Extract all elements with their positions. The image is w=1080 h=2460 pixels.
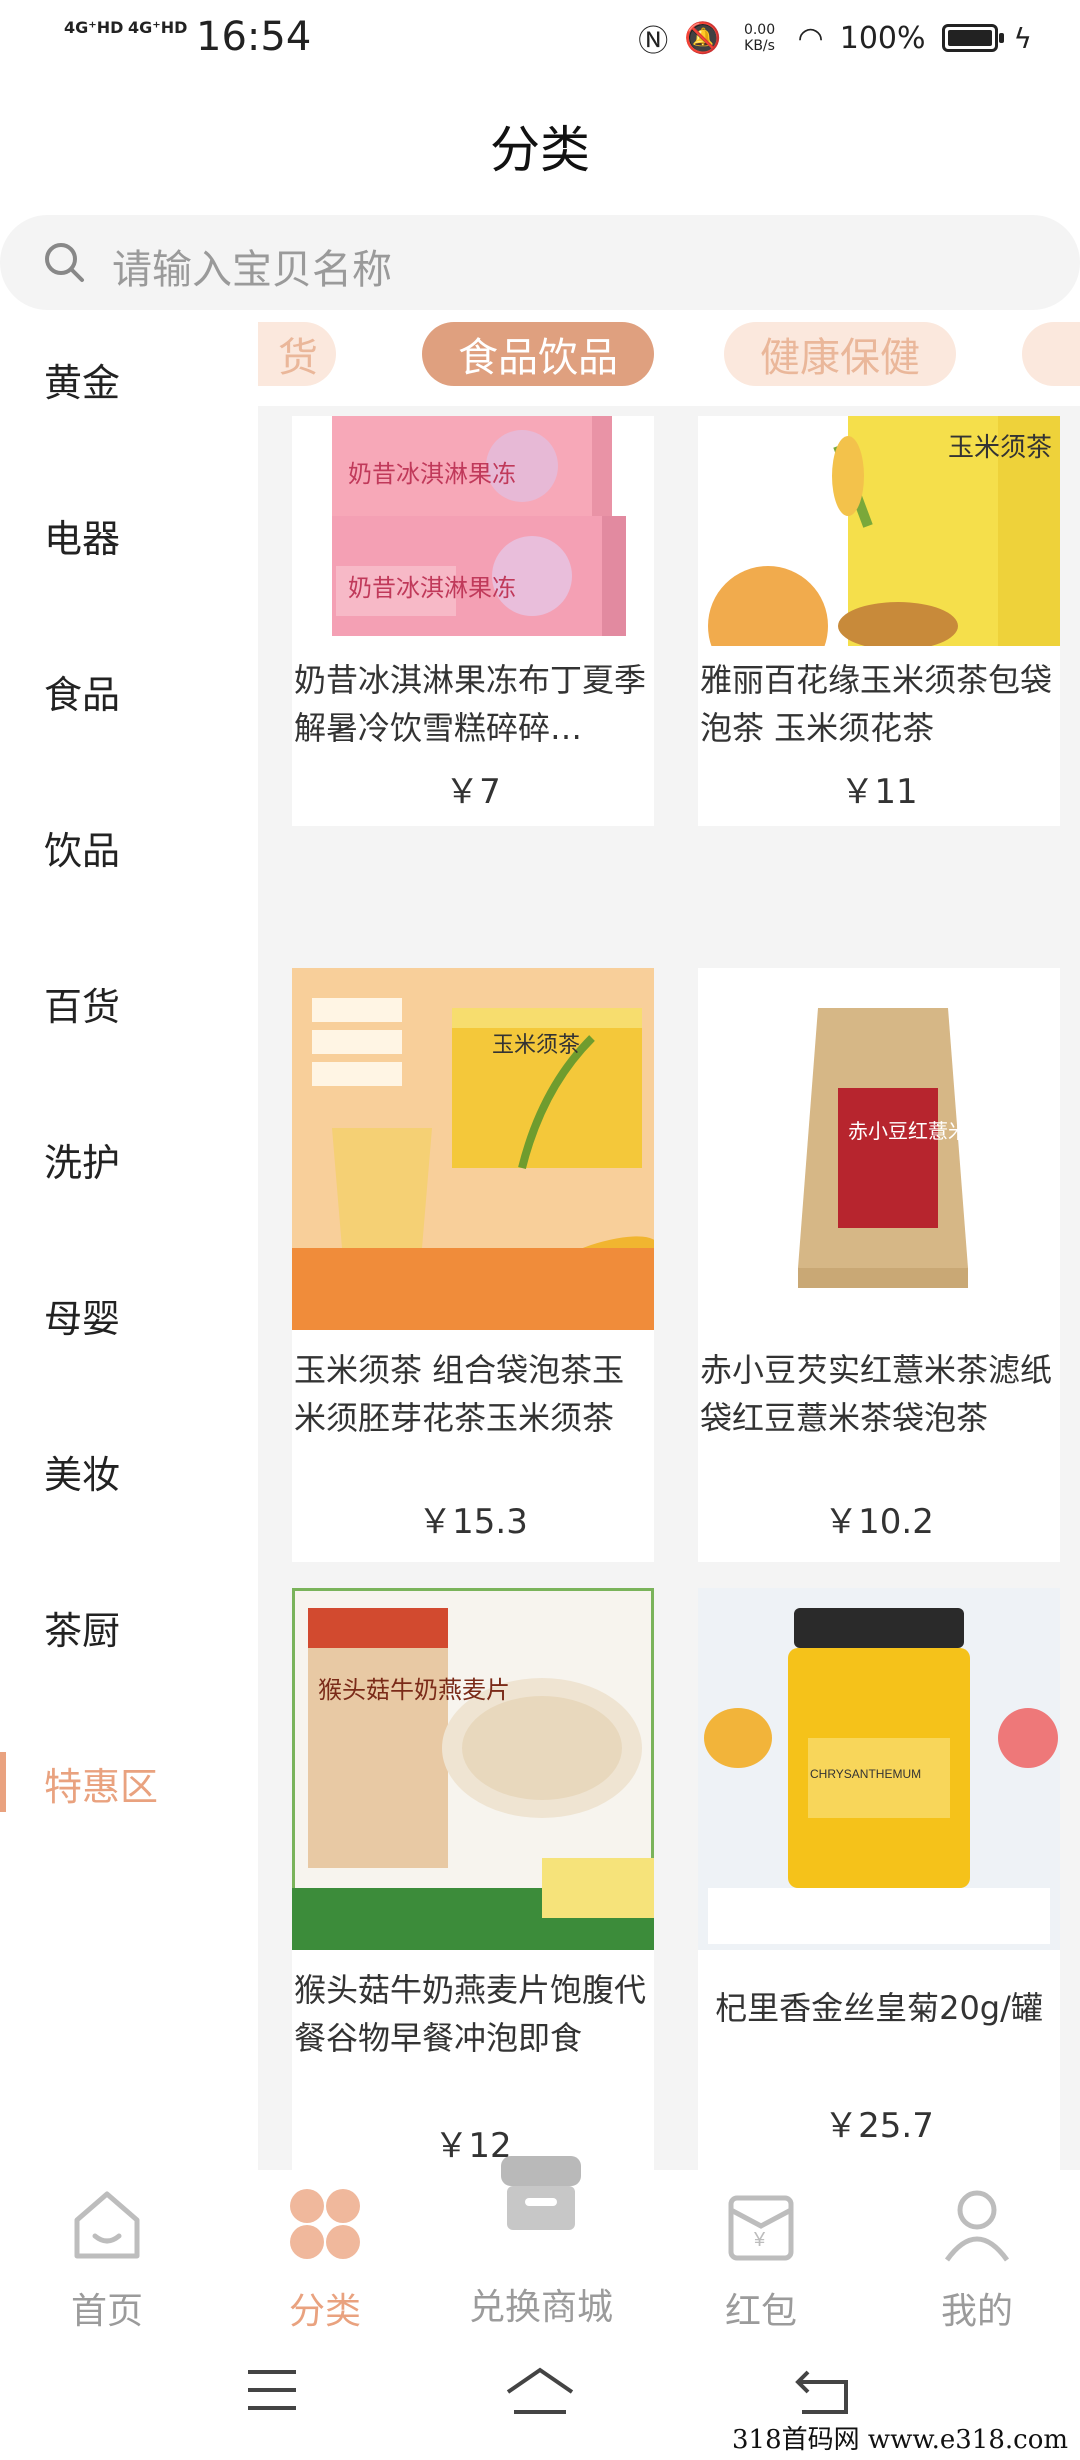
svg-text:奶昔冰淇淋果冻: 奶昔冰淇淋果冻 bbox=[348, 575, 516, 602]
wifi-icon: ◠ bbox=[797, 20, 824, 56]
product-card[interactable]: 赤小豆红薏米芡实茶 赤小豆芡实红薏米茶滤纸袋红豆薏米茶袋泡茶 ￥10.2 bbox=[698, 968, 1060, 1562]
product-card[interactable]: 玉米须茶 玉米须茶 组合袋泡茶玉米须胚芽花茶玉米须茶 ￥15.3 bbox=[292, 968, 654, 1562]
battery-icon bbox=[941, 24, 1004, 52]
tab-next[interactable] bbox=[1022, 322, 1080, 386]
product-title: 雅丽百花缘玉米须茶包袋泡茶 玉米须花茶 bbox=[700, 661, 1053, 747]
product-image: 赤小豆红薏米芡实茶 bbox=[698, 968, 1060, 1330]
home-icon bbox=[74, 2191, 140, 2259]
net-speed: 0.00 KB/s bbox=[743, 22, 776, 54]
nav-category[interactable]: 分类 bbox=[240, 2170, 410, 2332]
search-input[interactable]: 请输入宝贝名称 bbox=[0, 215, 1080, 310]
product-image-text: 奶昔冰淇淋果冻 bbox=[348, 461, 516, 488]
product-image-text: 玉米须茶 bbox=[948, 432, 1052, 462]
product-image: 猴头菇牛奶燕麦片 bbox=[292, 1588, 654, 1950]
tab-food-drinks[interactable]: 食品饮品 bbox=[422, 322, 654, 386]
sidebar-item-gold[interactable]: 黄金 bbox=[44, 352, 120, 407]
product-price: ￥10.2 bbox=[824, 1502, 934, 1542]
bottom-nav: 首页 分类 兑换商城 ¥ 红包 我的 bbox=[0, 2156, 1080, 2332]
product-card[interactable]: 玉米须茶 雅丽百花缘玉米须茶包袋泡茶 玉米须花茶 ￥11 bbox=[698, 416, 1060, 826]
charging-icon: ϟ bbox=[1013, 21, 1032, 55]
product-image: CHRYSANTHEMUM bbox=[698, 1588, 1060, 1950]
product-image: 玉米须茶 bbox=[698, 416, 1060, 646]
status-bar: 4G⁺HD 4G⁺HD 16:54 Ⓝ 🔕 0.00 KB/s ◠ 100% ϟ bbox=[0, 0, 1080, 80]
signal-1: 4G⁺HD bbox=[64, 18, 124, 37]
nav-mine[interactable]: 我的 bbox=[892, 2170, 1062, 2332]
tab-health[interactable]: 健康保健 bbox=[724, 322, 956, 386]
product-price: ￥15.3 bbox=[418, 1502, 528, 1542]
product-image-text: 猴头菇牛奶燕麦片 bbox=[318, 1677, 510, 1704]
user-icon bbox=[944, 2190, 1010, 2262]
search-icon bbox=[45, 243, 84, 282]
product-title: 玉米须茶 组合袋泡茶玉米须胚芽花茶玉米须茶 bbox=[294, 1351, 625, 1437]
product-panel: 货 食品饮品 健康保健 奶昔冰淇淋果冻 奶昔冰淇淋果冻 奶昔冰淇淋果冻布丁夏季解… bbox=[258, 310, 1080, 2170]
menu-icon[interactable] bbox=[244, 2366, 300, 2414]
nav-red-packet-label: 红包 bbox=[724, 2291, 797, 2332]
sidebar-item-care[interactable]: 洗护 bbox=[44, 1132, 120, 1187]
category-sidebar: 黄金 电器 食品 饮品 百货 洗护 母婴 美妆 茶厨 特惠区 bbox=[0, 310, 258, 2170]
sidebar-item-baby[interactable]: 母婴 bbox=[44, 1288, 120, 1343]
sidebar-item-specials[interactable]: 特惠区 bbox=[44, 1756, 158, 1811]
nav-exchange-mall[interactable]: 兑换商城 bbox=[456, 2156, 626, 2330]
sidebar-active-indicator bbox=[0, 1752, 6, 1812]
product-image-text: CHRYSANTHEMUM bbox=[810, 1767, 921, 1781]
nav-mine-label: 我的 bbox=[940, 2291, 1013, 2332]
product-price: ￥12 bbox=[434, 2126, 512, 2166]
product-card[interactable]: CHRYSANTHEMUM 杞里香金丝皇菊20g/罐 ￥25.7 bbox=[698, 1588, 1060, 2170]
sidebar-item-kitchen[interactable]: 茶厨 bbox=[44, 1600, 120, 1655]
search-placeholder: 请输入宝贝名称 bbox=[112, 247, 392, 293]
product-image: 奶昔冰淇淋果冻 奶昔冰淇淋果冻 bbox=[292, 416, 654, 646]
svg-text:¥: ¥ bbox=[753, 2229, 766, 2251]
page-title: 分类 bbox=[490, 121, 590, 179]
watermark: 318首码网 www.e318.com bbox=[732, 2425, 1068, 2455]
product-image-text: 赤小豆红薏米芡实茶 bbox=[848, 1120, 1028, 1143]
back-icon[interactable] bbox=[794, 2366, 854, 2418]
store-icon bbox=[501, 2156, 581, 2230]
battery-percent: 100% bbox=[839, 20, 926, 56]
signal-2: 4G⁺HD bbox=[128, 18, 188, 37]
product-price: ￥11 bbox=[840, 772, 918, 812]
status-right: Ⓝ 🔕 0.00 KB/s ◠ 100% ϟ bbox=[638, 16, 1032, 60]
product-title: 杞里香金丝皇菊20g/罐 bbox=[715, 1989, 1043, 2027]
clock: 16:54 bbox=[196, 14, 312, 60]
category-tabs: 货 食品饮品 健康保健 bbox=[258, 310, 1080, 406]
nav-home[interactable]: 首页 bbox=[22, 2170, 192, 2332]
sidebar-item-food[interactable]: 食品 bbox=[44, 664, 120, 719]
nav-exchange-mall-label: 兑换商城 bbox=[468, 2287, 613, 2328]
mute-icon: 🔕 bbox=[684, 20, 722, 56]
sidebar-item-beauty[interactable]: 美妆 bbox=[44, 1444, 120, 1499]
nfc-icon: Ⓝ bbox=[638, 24, 669, 59]
product-card[interactable]: 奶昔冰淇淋果冻 奶昔冰淇淋果冻 奶昔冰淇淋果冻布丁夏季解暑冷饮雪糕碎碎… ￥7 bbox=[292, 416, 654, 826]
nav-red-packet[interactable]: ¥ 红包 bbox=[676, 2170, 846, 2332]
product-price: ￥7 bbox=[445, 772, 501, 812]
home-button-icon[interactable] bbox=[504, 2366, 576, 2418]
product-title: 奶昔冰淇淋果冻布丁夏季解暑冷饮雪糕碎碎… bbox=[294, 661, 647, 747]
product-image: 玉米须茶 bbox=[292, 968, 654, 1330]
red-packet-icon: ¥ bbox=[728, 2195, 794, 2261]
product-card[interactable]: 猴头菇牛奶燕麦片 猴头菇牛奶燕麦片饱腹代餐谷物早餐冲泡即食 ￥12 bbox=[292, 1588, 654, 2170]
product-title: 猴头菇牛奶燕麦片饱腹代餐谷物早餐冲泡即食 bbox=[294, 1971, 647, 2057]
product-title: 赤小豆芡实红薏米茶滤纸袋红豆薏米茶袋泡茶 bbox=[700, 1351, 1053, 1437]
tab-general[interactable]: 货 bbox=[258, 322, 336, 386]
sidebar-item-appliances[interactable]: 电器 bbox=[44, 508, 120, 563]
system-nav: 318首码网 www.e318.com bbox=[0, 2330, 1080, 2460]
product-price: ￥25.7 bbox=[824, 2106, 934, 2146]
sidebar-item-general[interactable]: 百货 bbox=[44, 976, 120, 1031]
category-icon bbox=[290, 2189, 360, 2259]
product-image-text: 玉米须茶 bbox=[492, 1032, 580, 1057]
nav-home-label: 首页 bbox=[70, 2291, 143, 2332]
sidebar-item-drinks[interactable]: 饮品 bbox=[44, 820, 120, 875]
nav-category-label: 分类 bbox=[288, 2291, 361, 2332]
